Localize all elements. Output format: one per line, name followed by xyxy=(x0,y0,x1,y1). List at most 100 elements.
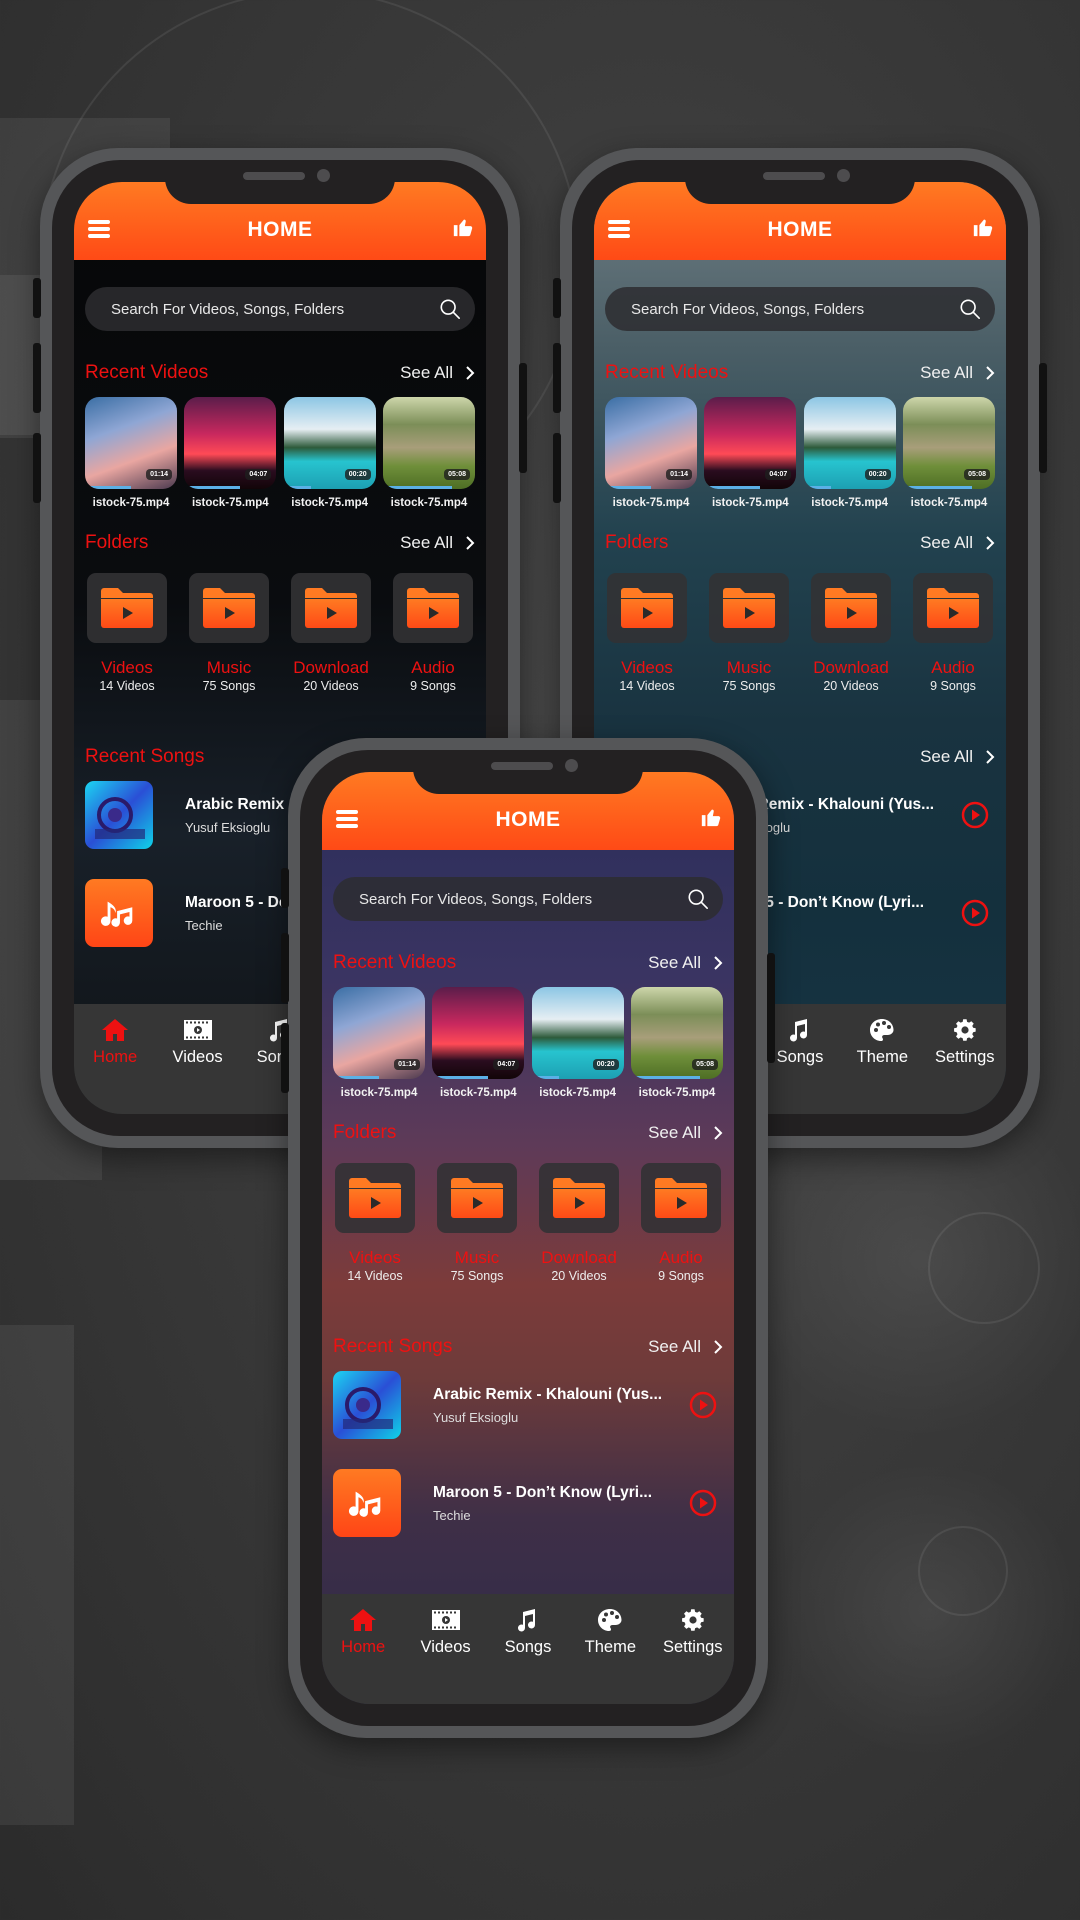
folder-item[interactable]: Music 75 Songs xyxy=(435,1163,519,1283)
see-all-videos-link[interactable]: See All xyxy=(648,953,723,973)
folder-item[interactable]: Audio 9 Songs xyxy=(911,573,995,693)
video-progress-bar xyxy=(630,1076,700,1079)
see-all-videos-link[interactable]: See All xyxy=(400,363,475,383)
folder-item[interactable]: Download 20 Videos xyxy=(809,573,893,693)
folder-icon xyxy=(709,573,789,643)
nav-home[interactable]: Home xyxy=(323,1608,403,1704)
phone-notch xyxy=(165,160,395,204)
search-input[interactable] xyxy=(631,300,931,318)
film-icon xyxy=(431,1610,460,1630)
song-item[interactable]: Arabic Remix - Khalouni (Yus... Yusuf Eks… xyxy=(333,1371,723,1439)
play-circle-icon[interactable] xyxy=(689,1489,717,1517)
see-all-label: See All xyxy=(920,533,973,552)
folder-item[interactable]: Videos 14 Videos xyxy=(333,1163,417,1283)
film-icon xyxy=(183,1020,212,1040)
folder-item[interactable]: Download 20 Videos xyxy=(289,573,373,693)
folder-icon xyxy=(393,573,473,643)
nav-theme[interactable]: Theme xyxy=(570,1608,650,1704)
music-notes-icon xyxy=(348,1491,381,1517)
folder-item[interactable]: Audio 9 Songs xyxy=(639,1163,723,1283)
search-bar[interactable] xyxy=(85,287,475,331)
play-circle-icon[interactable] xyxy=(961,801,989,829)
video-thumbnail: 04:07 xyxy=(184,397,277,489)
video-item[interactable]: 01:14 istock-75.mp4 xyxy=(333,987,425,1099)
see-all-videos-link[interactable]: See All xyxy=(920,363,995,383)
folder-icon xyxy=(641,1163,721,1233)
folder-count: 9 Songs xyxy=(658,1269,704,1283)
video-thumbnail: 01:14 xyxy=(605,397,697,489)
song-artist: Techie xyxy=(433,1507,471,1523)
video-progress-bar xyxy=(704,486,760,489)
see-all-label: See All xyxy=(648,953,701,972)
search-input[interactable] xyxy=(359,890,659,908)
video-item[interactable]: 04:07 istock-75.mp4 xyxy=(432,987,525,1099)
video-item[interactable]: 04:07 istock-75.mp4 xyxy=(704,397,797,509)
folder-name: Audio xyxy=(931,658,975,677)
folder-name: Videos xyxy=(349,1248,401,1267)
folder-item[interactable]: Music 75 Songs xyxy=(707,573,791,693)
song-item[interactable]: Maroon 5 - Don’t Know (Lyri... Techie xyxy=(333,1469,723,1537)
see-all-songs-link[interactable]: See All xyxy=(648,1337,723,1357)
phone-power-button xyxy=(767,953,775,1063)
see-all-folders-link[interactable]: See All xyxy=(648,1123,723,1143)
folder-item[interactable]: Videos 14 Videos xyxy=(85,573,169,693)
see-all-folders-link[interactable]: See All xyxy=(400,533,475,553)
video-item[interactable]: 04:07 istock-75.mp4 xyxy=(184,397,277,509)
folder-count: 20 Videos xyxy=(551,1269,607,1283)
play-circle-icon[interactable] xyxy=(689,1391,717,1419)
page-title: HOME xyxy=(495,808,561,831)
search-bar[interactable] xyxy=(333,877,723,921)
section-title: Recent Videos xyxy=(605,362,729,383)
app-screen: HOME Recent Videos See All 01:14 istock-7… xyxy=(322,772,734,1704)
music-note-icon xyxy=(517,1609,535,1632)
song-artwork xyxy=(333,1371,401,1439)
search-icon[interactable] xyxy=(959,298,981,320)
folder-item[interactable]: Music 75 Songs xyxy=(187,573,271,693)
phone-side-button xyxy=(33,433,41,503)
chevron-right-icon xyxy=(986,536,995,550)
folder-item[interactable]: Videos 14 Videos xyxy=(605,573,689,693)
video-item[interactable]: 05:08 istock-75.mp4 xyxy=(902,397,995,509)
video-progress-bar xyxy=(333,1076,379,1079)
search-icon[interactable] xyxy=(439,298,461,320)
video-item[interactable]: 00:20 istock-75.mp4 xyxy=(283,397,376,509)
nav-videos[interactable]: Videos xyxy=(158,1018,238,1114)
see-all-label: See All xyxy=(648,1123,701,1142)
see-all-songs-link[interactable]: See All xyxy=(920,747,995,767)
video-item[interactable]: 01:14 istock-75.mp4 xyxy=(605,397,697,509)
video-duration: 05:08 xyxy=(444,469,470,480)
nav-videos[interactable]: Videos xyxy=(406,1608,486,1704)
search-icon[interactable] xyxy=(687,888,709,910)
thumbs-up-icon[interactable] xyxy=(452,216,474,238)
search-input[interactable] xyxy=(111,300,411,318)
video-duration: 00:20 xyxy=(344,469,371,480)
nav-songs[interactable]: Songs xyxy=(488,1608,568,1704)
phone-bezel: HOME Recent Videos See All 01:14 istock-7… xyxy=(300,750,756,1726)
video-item[interactable]: 00:20 istock-75.mp4 xyxy=(803,397,896,509)
folder-item[interactable]: Download 20 Videos xyxy=(537,1163,621,1283)
folders-header: Folders See All xyxy=(605,531,995,555)
video-item[interactable]: 00:20 istock-75.mp4 xyxy=(531,987,624,1099)
search-bar[interactable] xyxy=(605,287,995,331)
nav-settings[interactable]: Settings xyxy=(925,1018,1005,1114)
nav-home[interactable]: Home xyxy=(75,1018,155,1114)
video-item[interactable]: 01:14 istock-75.mp4 xyxy=(85,397,177,509)
video-item[interactable]: 05:08 istock-75.mp4 xyxy=(630,987,723,1099)
video-name: istock-75.mp4 xyxy=(638,1087,716,1099)
folder-item[interactable]: Audio 9 Songs xyxy=(391,573,475,693)
song-artwork xyxy=(85,879,153,947)
video-duration: 01:14 xyxy=(666,469,692,480)
video-duration: 04:07 xyxy=(493,1059,520,1070)
see-all-folders-link[interactable]: See All xyxy=(920,533,995,553)
video-duration: 00:20 xyxy=(864,469,891,480)
video-item[interactable]: 05:08 istock-75.mp4 xyxy=(382,397,475,509)
video-duration: 04:07 xyxy=(765,469,792,480)
thumbs-up-icon[interactable] xyxy=(700,806,722,828)
play-circle-icon[interactable] xyxy=(961,899,989,927)
thumbs-up-icon[interactable] xyxy=(972,216,994,238)
nav-theme[interactable]: Theme xyxy=(842,1018,922,1114)
nav-settings[interactable]: Settings xyxy=(653,1608,733,1704)
home-icon xyxy=(350,1609,377,1631)
folder-name: Audio xyxy=(411,658,455,677)
music-notes-icon xyxy=(100,901,133,927)
